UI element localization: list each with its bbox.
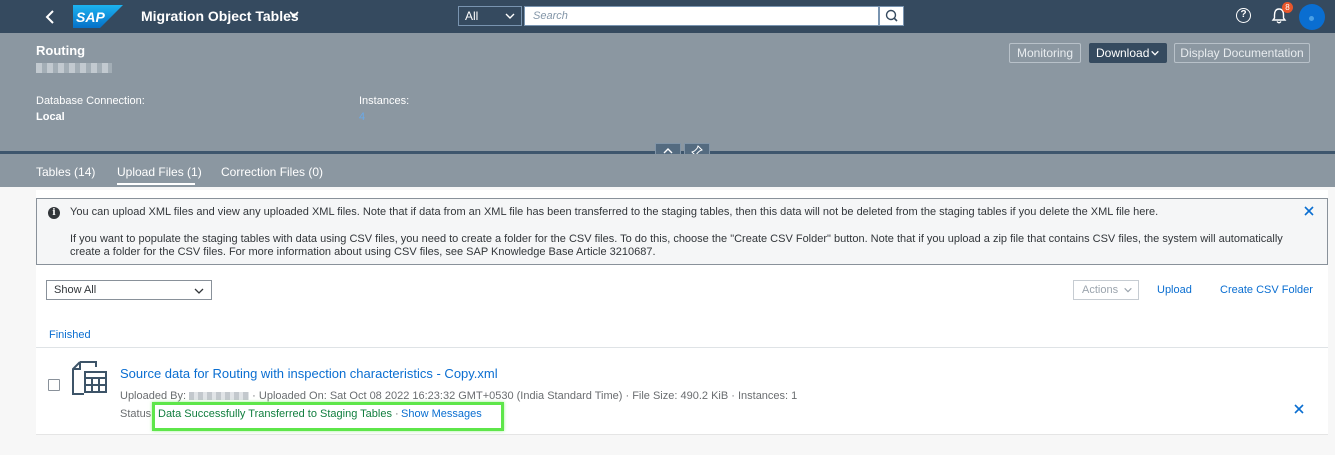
sap-logo[interactable]: SAP bbox=[73, 5, 123, 28]
selected-tab-indicator bbox=[117, 183, 195, 185]
avatar-initial bbox=[1309, 16, 1314, 21]
search-scope-select[interactable]: All bbox=[458, 6, 522, 26]
object-subtitle-redacted bbox=[36, 63, 112, 73]
instances-label: Instances: bbox=[359, 95, 410, 107]
object-header: Routing Database Connection: Local Insta… bbox=[0, 33, 1335, 151]
group-header-finished: Finished bbox=[36, 322, 1328, 348]
tab-bar: Tables (14) Upload Files (1) Correction … bbox=[0, 154, 1335, 187]
sap-logo-text: SAP bbox=[76, 9, 105, 25]
shell-bar: SAP Migration Object Tables All Search ?… bbox=[0, 0, 1335, 33]
display-documentation-button[interactable]: Display Documentation bbox=[1174, 43, 1310, 63]
database-connection-value: Local bbox=[36, 111, 65, 123]
download-button[interactable]: Download bbox=[1089, 43, 1167, 63]
create-csv-folder-button[interactable]: Create CSV Folder bbox=[1220, 284, 1313, 296]
filter-select[interactable]: Show All bbox=[46, 280, 212, 300]
notification-count-badge: 8 bbox=[1282, 2, 1293, 13]
actions-button[interactable]: Actions bbox=[1073, 280, 1139, 300]
tab-correction-files[interactable]: Correction Files (0) bbox=[221, 165, 323, 179]
app-title[interactable]: Migration Object Tables bbox=[141, 8, 299, 24]
info-icon: i bbox=[48, 207, 60, 219]
file-name-link[interactable]: Source data for Routing with inspection … bbox=[120, 366, 498, 381]
uploaded-by-redacted bbox=[189, 392, 250, 401]
group-header-label: Finished bbox=[49, 329, 91, 341]
filter-select-value: Show All bbox=[54, 284, 97, 296]
chevron-down-icon bbox=[1151, 50, 1159, 56]
tab-tables[interactable]: Tables (14) bbox=[36, 165, 95, 179]
instances-link[interactable]: 4 bbox=[359, 111, 365, 123]
tab-upload-files[interactable]: Upload Files (1) bbox=[117, 165, 202, 179]
row-checkbox[interactable] bbox=[48, 379, 60, 391]
chevron-down-icon bbox=[1124, 287, 1132, 293]
object-title: Routing bbox=[36, 43, 86, 58]
back-icon[interactable] bbox=[40, 6, 62, 28]
search-input[interactable]: Search bbox=[524, 6, 879, 26]
search-icon bbox=[885, 9, 898, 22]
actions-button-label: Actions bbox=[1082, 284, 1119, 296]
status-label: Status: bbox=[120, 408, 155, 420]
info-text-line-3: create a folder for the CSV files. For m… bbox=[70, 246, 656, 258]
info-text-line-2: If you want to populate the staging tabl… bbox=[70, 233, 1283, 245]
info-message-strip: i You can upload XML files and view any … bbox=[36, 198, 1328, 265]
monitoring-button[interactable]: Monitoring bbox=[1009, 43, 1081, 63]
file-details: · Uploaded On: Sat Oct 08 2022 16:23:32 … bbox=[252, 390, 798, 402]
database-connection-label: Database Connection: bbox=[36, 95, 145, 107]
help-icon[interactable]: ? bbox=[1236, 8, 1251, 23]
file-meta: Uploaded By: · Uploaded On: Sat Oct 08 2… bbox=[120, 390, 797, 402]
info-text-line-1: You can upload XML files and view any up… bbox=[70, 206, 1159, 218]
chevron-down-icon[interactable] bbox=[288, 8, 300, 23]
chevron-down-icon bbox=[504, 7, 516, 29]
search-button[interactable] bbox=[879, 6, 904, 26]
chevron-down-icon bbox=[193, 282, 205, 303]
avatar[interactable] bbox=[1299, 4, 1325, 30]
upload-button[interactable]: Upload bbox=[1157, 284, 1192, 296]
uploaded-by-label: Uploaded By: bbox=[120, 390, 187, 402]
search-scope-value: All bbox=[465, 9, 479, 23]
download-button-label: Download bbox=[1096, 46, 1150, 60]
delete-file-icon[interactable] bbox=[1293, 402, 1305, 419]
close-icon[interactable] bbox=[1303, 204, 1315, 220]
status-highlight-box bbox=[152, 402, 504, 431]
xml-file-icon bbox=[72, 361, 108, 395]
